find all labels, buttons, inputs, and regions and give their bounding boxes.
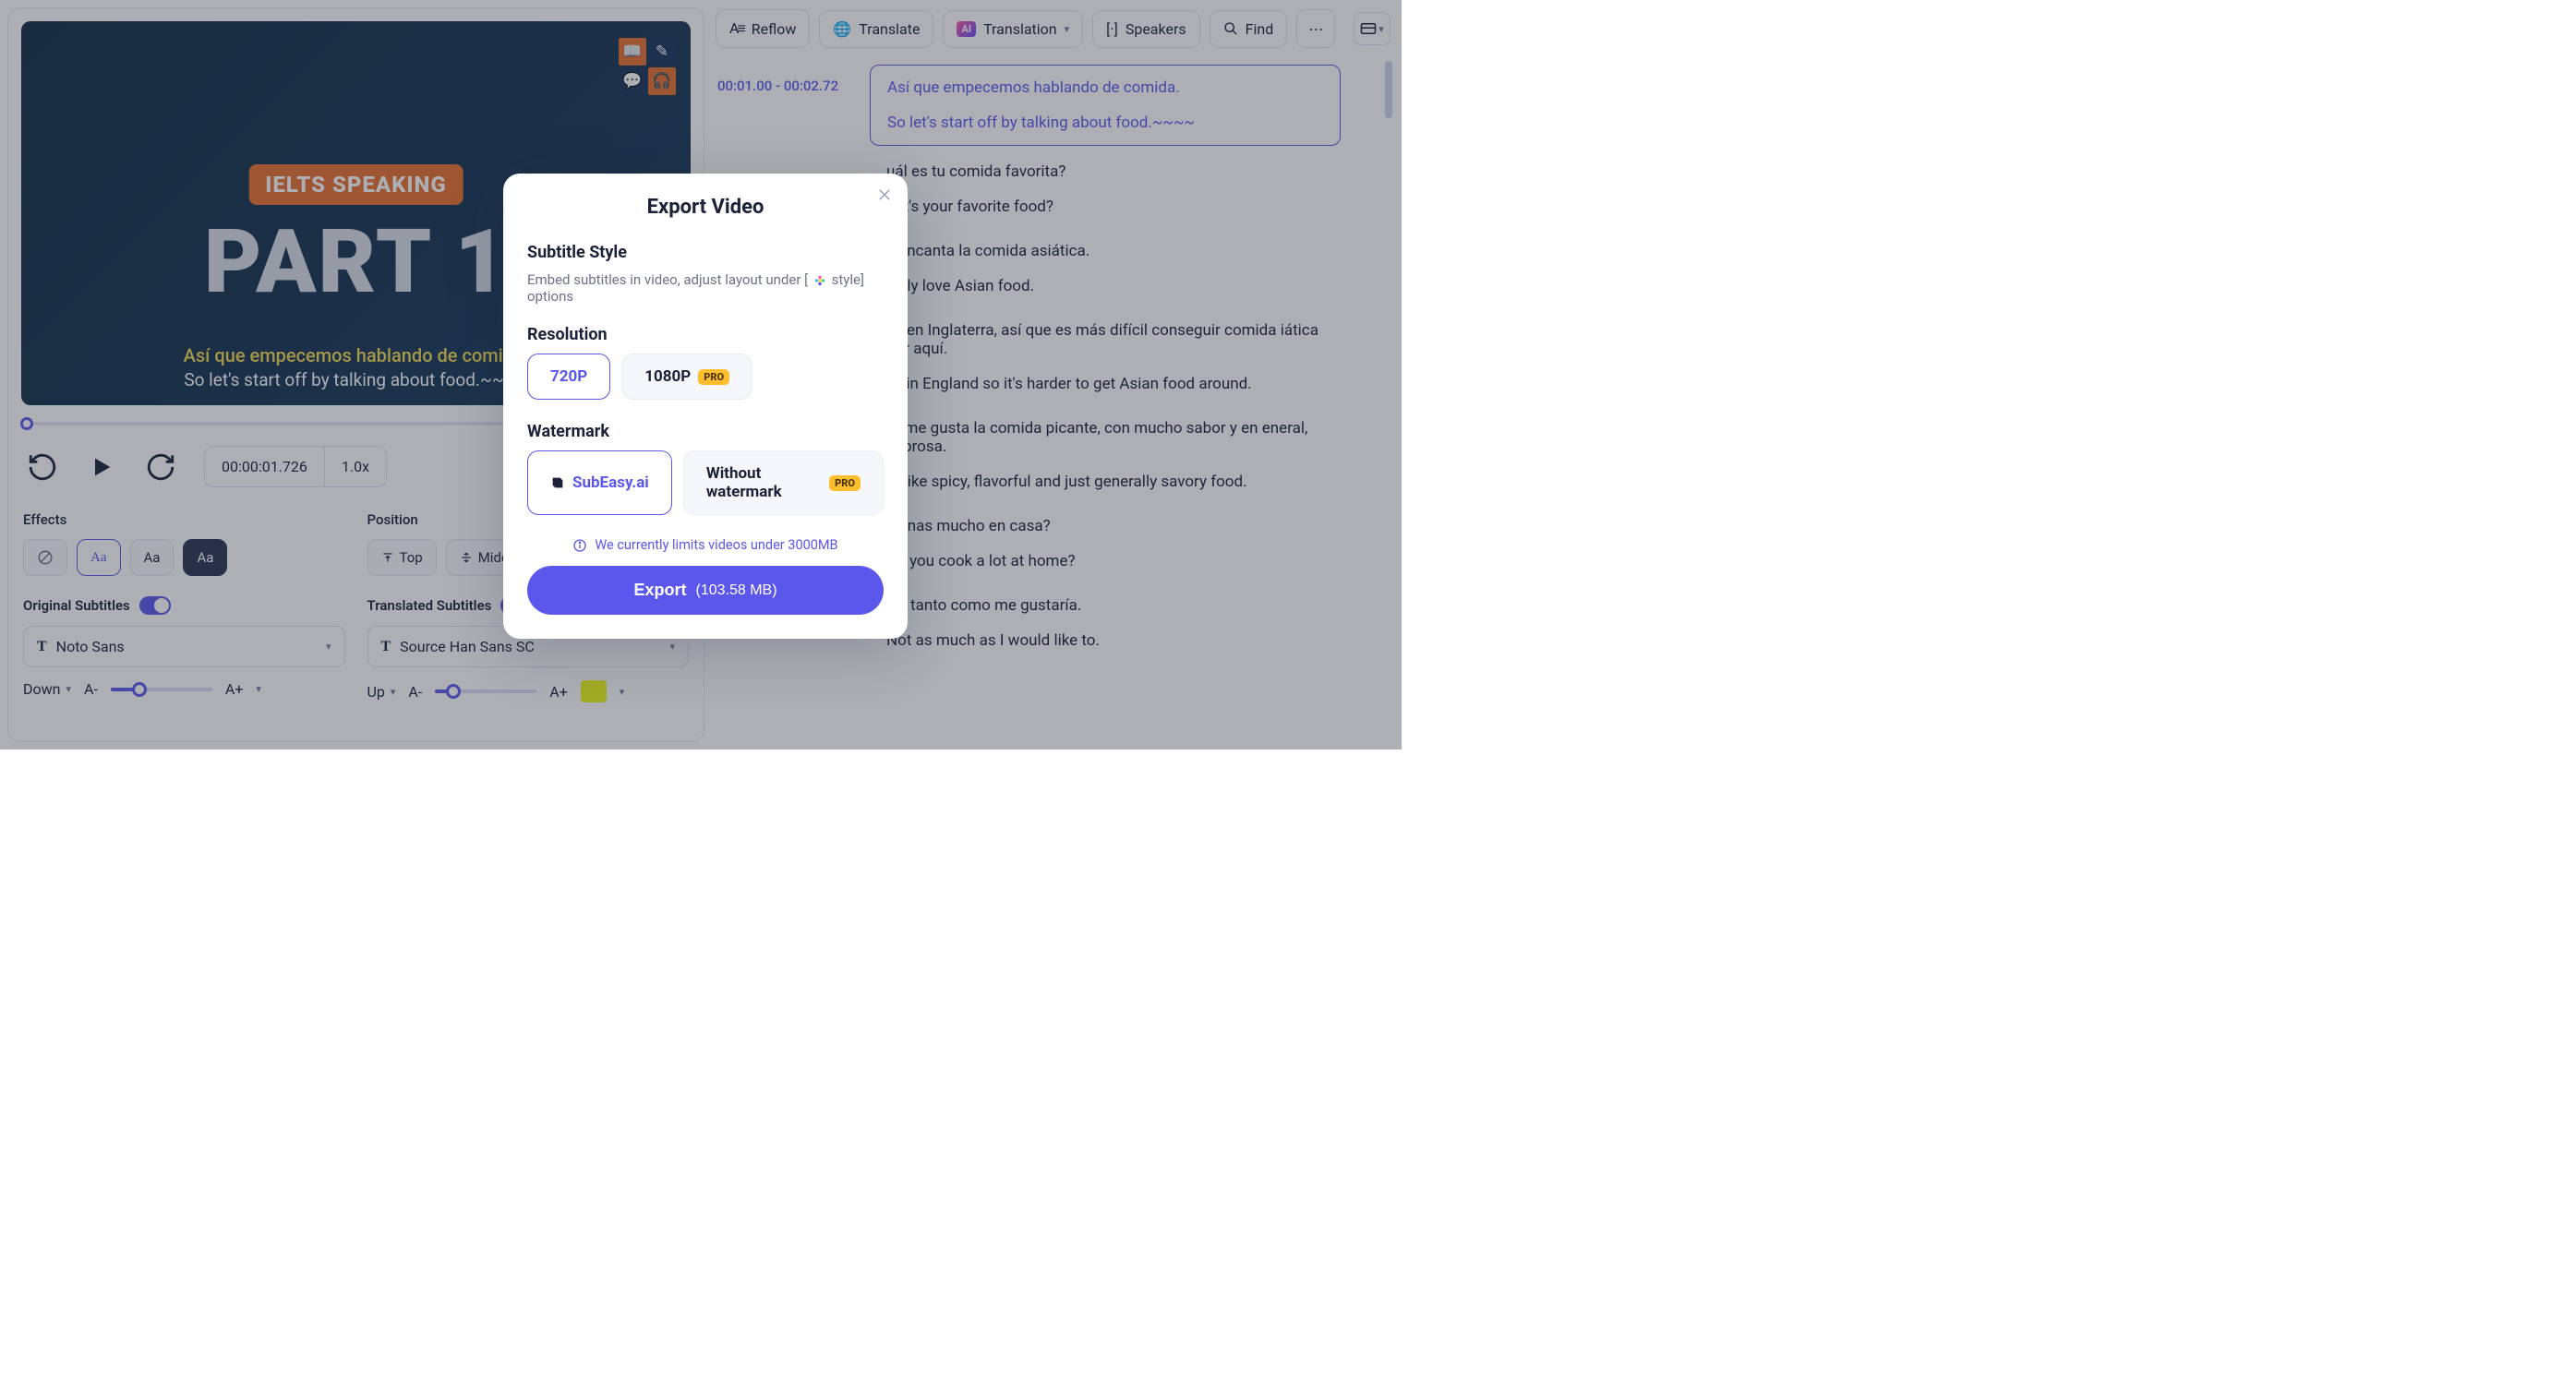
- pro-badge: PRO: [829, 475, 861, 491]
- resolution-1080p[interactable]: 1080P PRO: [621, 354, 752, 400]
- subtitle-style-desc: Embed subtitles in video, adjust layout …: [527, 271, 884, 305]
- size-limit-info: We currently limits videos under 3000MB: [527, 537, 884, 553]
- resolution-label: Resolution: [527, 325, 884, 344]
- modal-title: Export Video: [527, 196, 884, 219]
- close-icon[interactable]: [876, 186, 893, 208]
- export-video-modal: Export Video Subtitle Style Embed subtit…: [503, 174, 908, 639]
- watermark-label: Watermark: [527, 422, 884, 441]
- watermark-subeasy[interactable]: SubEasy.ai: [527, 450, 672, 515]
- brand-icon: [550, 475, 565, 490]
- pro-badge: PRO: [698, 369, 729, 385]
- info-icon: [572, 538, 587, 553]
- watermark-none[interactable]: Without watermark PRO: [683, 450, 884, 515]
- resolution-720p[interactable]: 720P: [527, 354, 610, 400]
- export-button[interactable]: Export (103.58 MB): [527, 566, 884, 615]
- flower-icon: [813, 274, 826, 287]
- subtitle-style-label: Subtitle Style: [527, 243, 884, 262]
